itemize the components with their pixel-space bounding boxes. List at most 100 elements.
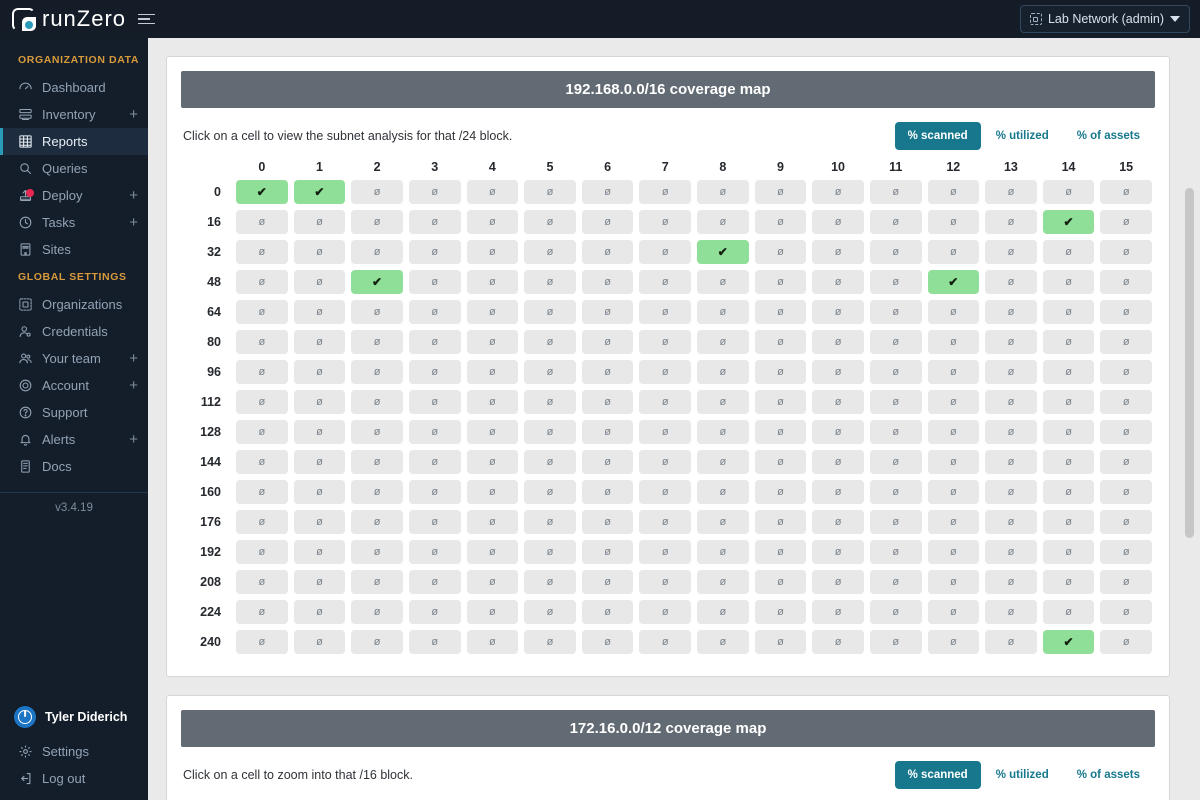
grid-cell-empty[interactable]: ø: [351, 450, 403, 474]
user-profile[interactable]: Tyler Diderich: [0, 698, 148, 738]
grid-cell-scanned[interactable]: ✔: [697, 240, 749, 264]
grid-cell-empty[interactable]: ø: [466, 210, 519, 234]
grid-cell-empty[interactable]: ø: [293, 450, 346, 474]
grid-cell-empty[interactable]: ø: [812, 510, 864, 534]
grid-cell-empty[interactable]: ø: [639, 270, 691, 294]
grid-cell-empty[interactable]: ø: [293, 570, 346, 594]
main-scrollbar[interactable]: [1185, 38, 1194, 800]
grid-cell-empty[interactable]: ø: [466, 360, 519, 384]
metric-button-utilized[interactable]: % utilized: [983, 761, 1062, 789]
grid-cell-empty[interactable]: ø: [869, 180, 922, 204]
grid-cell-empty[interactable]: ø: [754, 180, 807, 204]
grid-cell-empty[interactable]: ø: [754, 510, 807, 534]
grid-cell-empty[interactable]: ø: [1100, 450, 1152, 474]
grid-cell-empty[interactable]: ø: [697, 390, 749, 414]
grid-cell-scanned[interactable]: ✔: [1042, 210, 1095, 234]
grid-cell-empty[interactable]: ø: [1042, 450, 1095, 474]
grid-cell-empty[interactable]: ø: [697, 450, 749, 474]
sidebar-item-tasks[interactable]: Tasks +: [0, 209, 148, 236]
grid-cell-scanned[interactable]: ✔: [293, 180, 346, 204]
grid-cell-empty[interactable]: ø: [351, 210, 403, 234]
grid-cell-empty[interactable]: ø: [466, 480, 519, 504]
grid-cell-empty[interactable]: ø: [581, 510, 634, 534]
grid-cell-empty[interactable]: ø: [524, 600, 576, 624]
sidebar-item-inventory[interactable]: Inventory +: [0, 101, 148, 128]
grid-cell-empty[interactable]: ø: [812, 600, 864, 624]
sidebar-item-organizations[interactable]: Organizations: [0, 291, 148, 318]
grid-cell-empty[interactable]: ø: [581, 570, 634, 594]
grid-cell-empty[interactable]: ø: [408, 270, 461, 294]
grid-cell-empty[interactable]: ø: [812, 360, 864, 384]
grid-cell-empty[interactable]: ø: [697, 420, 749, 444]
sidebar-item-your-team[interactable]: Your team +: [0, 345, 148, 372]
scrollbar-thumb[interactable]: [1185, 188, 1194, 538]
grid-cell-empty[interactable]: ø: [697, 630, 749, 654]
grid-cell-empty[interactable]: ø: [408, 330, 461, 354]
sidebar-item-logout[interactable]: Log out: [0, 765, 148, 792]
grid-cell-empty[interactable]: ø: [985, 540, 1037, 564]
grid-cell-empty[interactable]: ø: [524, 240, 576, 264]
grid-cell-empty[interactable]: ø: [927, 450, 980, 474]
grid-cell-empty[interactable]: ø: [869, 480, 922, 504]
sidebar-item-alerts[interactable]: Alerts +: [0, 426, 148, 453]
grid-cell-empty[interactable]: ø: [812, 300, 864, 324]
grid-cell-empty[interactable]: ø: [466, 420, 519, 444]
grid-cell-empty[interactable]: ø: [1100, 390, 1152, 414]
grid-cell-empty[interactable]: ø: [236, 330, 288, 354]
grid-cell-empty[interactable]: ø: [581, 210, 634, 234]
grid-cell-empty[interactable]: ø: [581, 180, 634, 204]
grid-cell-empty[interactable]: ø: [524, 300, 576, 324]
add-icon[interactable]: +: [129, 378, 138, 393]
grid-cell-empty[interactable]: ø: [754, 420, 807, 444]
grid-cell-empty[interactable]: ø: [985, 210, 1037, 234]
grid-cell-empty[interactable]: ø: [927, 540, 980, 564]
grid-cell-empty[interactable]: ø: [697, 330, 749, 354]
grid-cell-empty[interactable]: ø: [236, 630, 288, 654]
grid-cell-empty[interactable]: ø: [812, 450, 864, 474]
grid-cell-empty[interactable]: ø: [1100, 420, 1152, 444]
add-icon[interactable]: +: [129, 215, 138, 230]
grid-cell-empty[interactable]: ø: [639, 630, 691, 654]
grid-cell-empty[interactable]: ø: [869, 300, 922, 324]
sidebar-item-queries[interactable]: Queries: [0, 155, 148, 182]
grid-cell-empty[interactable]: ø: [985, 330, 1037, 354]
grid-cell-empty[interactable]: ø: [236, 480, 288, 504]
grid-cell-empty[interactable]: ø: [985, 180, 1037, 204]
grid-cell-empty[interactable]: ø: [581, 450, 634, 474]
grid-cell-empty[interactable]: ø: [1100, 480, 1152, 504]
grid-cell-empty[interactable]: ø: [466, 630, 519, 654]
grid-cell-empty[interactable]: ø: [985, 390, 1037, 414]
grid-cell-empty[interactable]: ø: [408, 480, 461, 504]
grid-cell-empty[interactable]: ø: [524, 270, 576, 294]
add-icon[interactable]: +: [129, 188, 138, 203]
grid-cell-empty[interactable]: ø: [754, 450, 807, 474]
grid-cell-empty[interactable]: ø: [985, 240, 1037, 264]
grid-cell-empty[interactable]: ø: [351, 480, 403, 504]
grid-cell-empty[interactable]: ø: [754, 540, 807, 564]
grid-cell-empty[interactable]: ø: [927, 510, 980, 534]
grid-cell-empty[interactable]: ø: [293, 210, 346, 234]
grid-cell-empty[interactable]: ø: [985, 420, 1037, 444]
grid-cell-empty[interactable]: ø: [524, 510, 576, 534]
grid-cell-empty[interactable]: ø: [869, 510, 922, 534]
grid-cell-empty[interactable]: ø: [754, 390, 807, 414]
grid-cell-empty[interactable]: ø: [812, 630, 864, 654]
grid-cell-empty[interactable]: ø: [351, 510, 403, 534]
grid-cell-empty[interactable]: ø: [927, 600, 980, 624]
grid-cell-empty[interactable]: ø: [985, 510, 1037, 534]
grid-cell-empty[interactable]: ø: [293, 540, 346, 564]
grid-cell-empty[interactable]: ø: [408, 540, 461, 564]
grid-cell-empty[interactable]: ø: [1042, 360, 1095, 384]
grid-cell-scanned[interactable]: ✔: [927, 270, 980, 294]
grid-cell-empty[interactable]: ø: [408, 570, 461, 594]
grid-cell-empty[interactable]: ø: [985, 600, 1037, 624]
grid-cell-empty[interactable]: ø: [697, 540, 749, 564]
grid-cell-empty[interactable]: ø: [869, 540, 922, 564]
grid-cell-empty[interactable]: ø: [581, 390, 634, 414]
grid-cell-empty[interactable]: ø: [466, 540, 519, 564]
grid-cell-empty[interactable]: ø: [351, 630, 403, 654]
grid-cell-empty[interactable]: ø: [466, 390, 519, 414]
grid-cell-empty[interactable]: ø: [236, 600, 288, 624]
grid-cell-empty[interactable]: ø: [985, 360, 1037, 384]
grid-cell-empty[interactable]: ø: [812, 570, 864, 594]
